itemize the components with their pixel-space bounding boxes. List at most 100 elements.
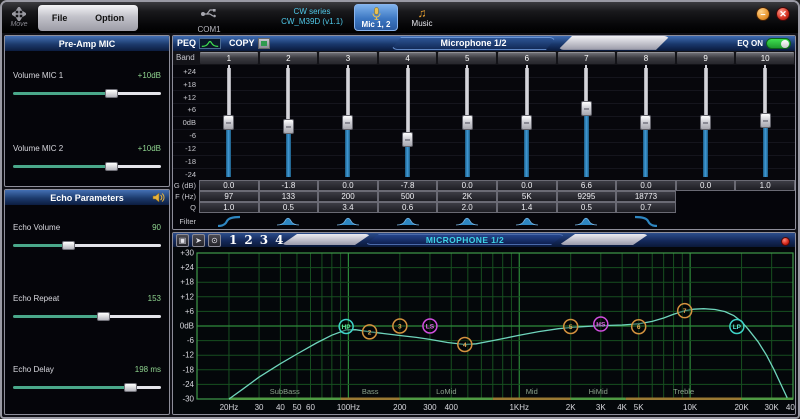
q-cell[interactable]: 0.5 — [259, 202, 319, 213]
band-button-8[interactable]: 8 — [617, 52, 675, 64]
eq-band-slider-7[interactable] — [557, 65, 617, 180]
q-cell[interactable]: 1.4 — [497, 202, 557, 213]
fader-handle[interactable] — [760, 113, 771, 128]
eq-band-slider-10[interactable] — [735, 65, 795, 180]
copy-button[interactable]: COPY — [229, 38, 255, 48]
q-cell[interactable]: 0.7 — [616, 202, 676, 213]
tab-mic[interactable]: Mic 1, 2 — [354, 4, 398, 31]
band-button-7[interactable]: 7 — [558, 52, 616, 64]
band-button-9[interactable]: 9 — [677, 52, 735, 64]
file-menu-button[interactable]: File — [46, 9, 74, 27]
preset-button-2[interactable]: 2 — [244, 233, 252, 247]
hp-filter-icon[interactable] — [217, 215, 241, 227]
fader-handle[interactable] — [402, 132, 413, 147]
q-cell[interactable]: 2.0 — [437, 202, 497, 213]
band-button-6[interactable]: 6 — [498, 52, 556, 64]
minimize-button[interactable]: – — [756, 7, 770, 21]
eq-band-slider-1[interactable] — [199, 65, 259, 180]
q-cell[interactable]: 3.4 — [318, 202, 378, 213]
band-marker-LS[interactable]: LS — [423, 319, 437, 333]
slider-track[interactable] — [13, 312, 161, 321]
fader-handle[interactable] — [342, 115, 353, 130]
camera-icon[interactable]: ⊙ — [208, 234, 221, 247]
freq-cell[interactable]: 18773 — [616, 191, 676, 202]
band-marker-6[interactable]: 6 — [632, 320, 646, 334]
gain-cell[interactable]: 0.0 — [616, 180, 676, 191]
lp-filter-icon[interactable] — [634, 215, 658, 227]
band-marker-5[interactable]: 5 — [564, 319, 578, 333]
gain-cell[interactable]: 0.0 — [676, 180, 736, 191]
freq-cell[interactable]: 2K — [437, 191, 497, 202]
bell-filter-icon[interactable] — [336, 215, 360, 227]
slider-track[interactable] — [13, 162, 161, 171]
band-marker-LP[interactable]: LP — [730, 319, 744, 333]
fader-handle[interactable] — [223, 115, 234, 130]
eq-band-slider-8[interactable] — [616, 65, 676, 180]
band-marker-HP[interactable]: HP — [339, 319, 353, 333]
band-button-3[interactable]: 3 — [319, 52, 377, 64]
gain-cell[interactable]: 0.0 — [318, 180, 378, 191]
gain-cell[interactable]: 0.0 — [199, 180, 259, 191]
gain-cell[interactable]: 0.0 — [497, 180, 557, 191]
fader-handle[interactable] — [462, 115, 473, 130]
record-indicator[interactable] — [781, 237, 790, 246]
freq-cell[interactable]: 5K — [497, 191, 557, 202]
fader-handle[interactable] — [521, 115, 532, 130]
freq-cell[interactable]: 133 — [259, 191, 319, 202]
fader-handle[interactable] — [283, 119, 294, 134]
band-marker-4[interactable]: 4 — [458, 337, 472, 351]
bell-filter-icon[interactable] — [276, 215, 300, 227]
bell-filter-icon[interactable] — [515, 215, 539, 227]
eq-channel-tab[interactable]: Microphone 1/2 — [391, 37, 556, 50]
eq-band-slider-3[interactable] — [318, 65, 378, 180]
fader-handle[interactable] — [581, 101, 592, 116]
slider-handle[interactable] — [97, 312, 110, 321]
close-button[interactable]: ✕ — [776, 7, 790, 21]
eq-band-slider-9[interactable] — [676, 65, 736, 180]
bell-filter-icon[interactable] — [396, 215, 420, 227]
slider-track[interactable] — [13, 241, 161, 250]
band-marker-HS[interactable]: HS — [594, 317, 608, 331]
peq-curve-icon[interactable] — [199, 38, 221, 49]
eq-band-slider-5[interactable] — [437, 65, 497, 180]
freq-cell[interactable]: 97 — [199, 191, 259, 202]
eq-on-toggle[interactable] — [766, 38, 791, 49]
slider-handle[interactable] — [105, 89, 118, 98]
cursor-icon[interactable]: ➤ — [192, 234, 205, 247]
slider-track[interactable] — [13, 89, 161, 98]
band-button-4[interactable]: 4 — [379, 52, 437, 64]
band-button-1[interactable]: 1 — [200, 52, 258, 64]
slider-handle[interactable] — [124, 383, 137, 392]
grid-icon[interactable]: ▣ — [176, 234, 189, 247]
bell-filter-icon[interactable] — [455, 215, 479, 227]
eq-band-slider-6[interactable] — [497, 65, 557, 180]
tab-music[interactable]: ♫ Music — [402, 4, 442, 31]
q-cell[interactable]: 1.0 — [199, 202, 259, 213]
gain-cell[interactable]: 0.0 — [437, 180, 497, 191]
gain-cell[interactable]: 6.6 — [557, 180, 617, 191]
com-port-control[interactable]: COM1 — [187, 5, 231, 34]
copy-icon[interactable] — [258, 38, 270, 49]
band-button-2[interactable]: 2 — [260, 52, 318, 64]
slider-handle[interactable] — [105, 162, 118, 171]
slider-handle[interactable] — [62, 241, 75, 250]
band-button-5[interactable]: 5 — [438, 52, 496, 64]
preset-button-4[interactable]: 4 — [275, 233, 283, 247]
q-cell[interactable]: 0.6 — [378, 202, 438, 213]
fader-handle[interactable] — [700, 115, 711, 130]
preset-button-1[interactable]: 1 — [229, 233, 237, 247]
freq-cell[interactable]: 500 — [378, 191, 438, 202]
freq-cell[interactable]: 200 — [318, 191, 378, 202]
fader-handle[interactable] — [640, 115, 651, 130]
gain-cell[interactable]: -1.8 — [259, 180, 319, 191]
option-menu-button[interactable]: Option — [89, 9, 130, 27]
move-handle[interactable]: Move — [2, 7, 36, 28]
band-marker-3[interactable]: 3 — [393, 319, 407, 333]
band-marker-7[interactable]: 7 — [678, 304, 692, 318]
q-cell[interactable]: 0.5 — [557, 202, 617, 213]
gain-cell[interactable]: -7.8 — [378, 180, 438, 191]
gain-cell[interactable]: 1.0 — [735, 180, 795, 191]
eq-band-slider-2[interactable] — [259, 65, 319, 180]
band-button-10[interactable]: 10 — [736, 52, 794, 64]
bell-filter-icon[interactable] — [574, 215, 598, 227]
